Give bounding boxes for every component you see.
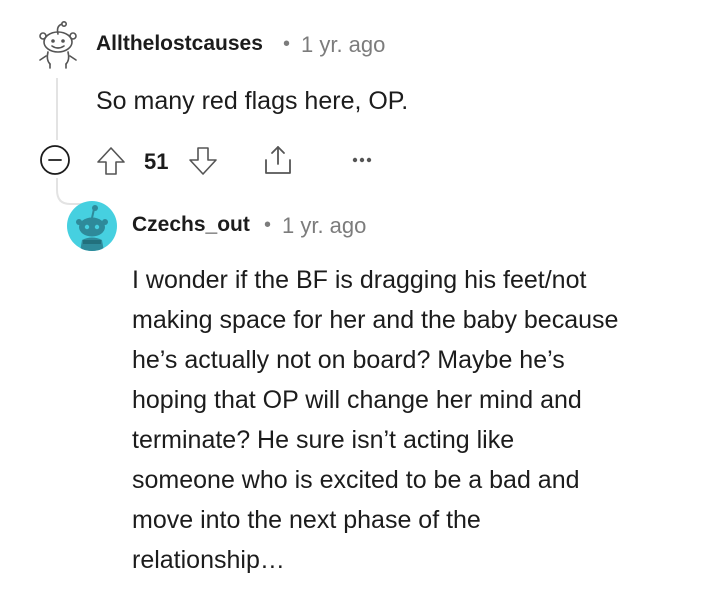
- comment-author[interactable]: Czechs_out: [132, 213, 250, 237]
- snoo-outline-avatar-icon[interactable]: [34, 20, 80, 70]
- comment-author[interactable]: Allthelostcauses: [96, 32, 263, 56]
- upvote-arrow-icon[interactable]: [95, 145, 127, 177]
- comment-body-line: move into the next phase of the: [132, 506, 481, 534]
- thread-line[interactable]: [56, 78, 58, 140]
- comment-body-line: he’s actually not on board? Maybe he’s: [132, 346, 565, 374]
- comment-body-line: someone who is excited to be a bad and: [132, 466, 580, 494]
- comment-body: I wonder if the BF is dragging his feet/…: [132, 260, 618, 580]
- comment-body-line: making space for her and the baby becaus…: [132, 306, 619, 334]
- downvote-arrow-icon[interactable]: [187, 145, 219, 177]
- more-options-icon[interactable]: [348, 151, 376, 169]
- collapse-minus-icon[interactable]: [39, 144, 71, 176]
- meta-separator: •: [264, 214, 272, 236]
- comment-body-line: terminate? He sure isn’t acting like: [132, 426, 515, 454]
- comment-body-line: I wonder if the BF is dragging his feet/…: [132, 266, 587, 294]
- comment-timestamp[interactable]: 1 yr. ago: [301, 32, 385, 58]
- comment-body: So many red flags here, OP.: [96, 87, 409, 115]
- comment-body-line: relationship…: [132, 546, 285, 574]
- comment-timestamp[interactable]: 1 yr. ago: [282, 213, 366, 239]
- vote-count: 51: [144, 149, 169, 174]
- meta-separator: •: [283, 33, 291, 55]
- share-icon[interactable]: [261, 143, 295, 177]
- snoo-default-avatar-icon[interactable]: [66, 200, 118, 252]
- comment-body-line: hoping that OP will change her mind and: [132, 386, 582, 414]
